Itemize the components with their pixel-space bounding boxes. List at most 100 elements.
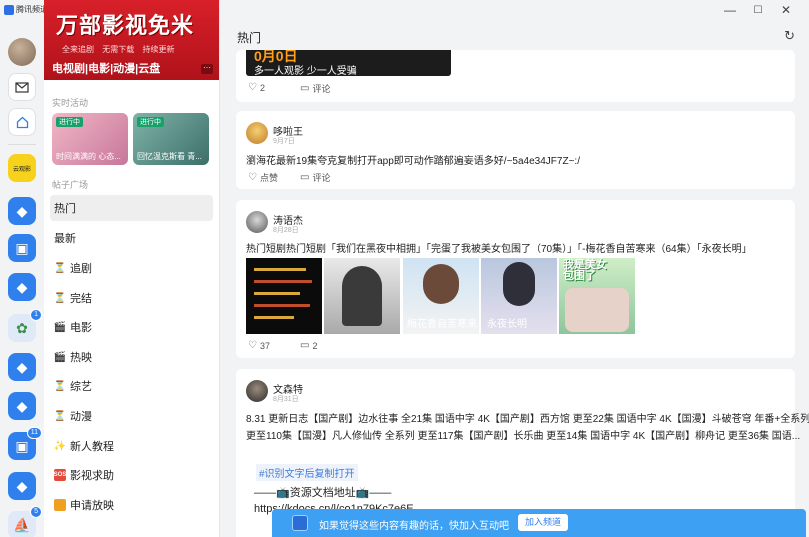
close-button[interactable]: ✕	[772, 0, 800, 20]
hourglass-icon: ⏳	[53, 292, 67, 304]
author-avatar[interactable]	[246, 122, 268, 144]
like-button[interactable]: ♡ 点赞	[248, 171, 278, 184]
channel-logo-icon	[292, 515, 308, 531]
channel-banner[interactable]: 万部影视免米 全来追剧 无需下载 持续更新 电视剧|电影|动漫|云盘 ···	[44, 0, 219, 80]
channel-6[interactable]: ◆	[8, 392, 36, 420]
clapper-icon: 🎬	[53, 351, 67, 363]
nav-item-help[interactable]: SOS 影视求助	[50, 462, 213, 488]
nav-item-wanjie[interactable]: ⏳ 完结	[50, 285, 213, 311]
comment-label: 评论	[312, 84, 331, 94]
nav-item-variety[interactable]: ⏳ 综艺	[50, 373, 213, 399]
feed-area: 热门 ↻ 0月0日 多一人观影 少一人受骗 ♡ 2 ▭ 评论 哆啦王 9月7日 …	[220, 20, 809, 537]
heart-icon: ♡	[248, 172, 257, 183]
nav-label: 综艺	[70, 381, 92, 393]
channel-logo-icon: ◆	[16, 358, 28, 375]
rail-divider	[8, 144, 36, 145]
activity-caption: 回忆温克斯看 青...	[137, 152, 202, 161]
nav-item-tutorial[interactable]: ✨ 新人教程	[50, 433, 213, 459]
post-image[interactable]: 永夜长明	[481, 258, 557, 334]
comment-button[interactable]: ▭ 评论	[300, 82, 330, 95]
image-caption: 梅花香自苦寒来	[407, 319, 477, 330]
nav-item-movie[interactable]: 🎬 电影	[50, 314, 213, 340]
live-tag: 进行中	[137, 117, 164, 127]
post-text-line: 更至110集【国漫】凡人修仙传 全系列 更至117集【国产剧】长乐曲 更至14集…	[246, 431, 801, 442]
nav-label: 最新	[54, 233, 76, 245]
comment-button[interactable]: ▭ 2	[300, 340, 317, 351]
nav-item-zhuiju[interactable]: ⏳ 追剧	[50, 255, 213, 281]
messages-button[interactable]	[8, 73, 36, 101]
post-date: 8月28日	[273, 227, 299, 234]
comment-icon: ▭	[300, 83, 310, 94]
maximize-button[interactable]: ☐	[744, 0, 772, 20]
like-count: 37	[259, 340, 270, 351]
app-logo-icon	[4, 4, 14, 15]
post-image[interactable]: 我是美女 包围了	[559, 258, 635, 334]
like-count: 2	[259, 82, 265, 93]
hourglass-icon: ⏳	[53, 410, 67, 422]
channel-4[interactable]: ✿ 1	[8, 309, 42, 342]
activity-caption: 时间满满的 心态...	[56, 152, 121, 161]
channel-1[interactable]: ◆	[8, 197, 36, 225]
nav-label: 追剧	[70, 263, 92, 275]
home-button[interactable]	[8, 108, 36, 136]
nav-label: 动漫	[70, 411, 92, 423]
nav-item-latest[interactable]: 最新	[50, 225, 213, 251]
post-card[interactable]: 0月0日 多一人观影 少一人受骗 ♡ 2 ▭ 评论	[236, 50, 795, 102]
author-avatar[interactable]	[246, 211, 268, 233]
nav-label: 完结	[70, 293, 92, 305]
channel-7[interactable]: ▣ 11	[8, 427, 42, 460]
unread-badge: 11	[26, 427, 42, 439]
like-button[interactable]: ♡ 2	[248, 82, 265, 93]
nav-item-apply[interactable]: 申请放映	[50, 492, 213, 518]
channel-logo-icon: ◆	[16, 202, 28, 219]
mail-icon	[15, 81, 29, 93]
like-button[interactable]: ♡ 37	[248, 340, 270, 351]
hashtag[interactable]: #识别文字后复制打开	[256, 464, 358, 481]
nav-label: 申请放映	[70, 500, 114, 512]
join-channel-button[interactable]: 加入频道	[518, 514, 568, 531]
app-logo: 腾讯频道	[4, 4, 48, 15]
unread-badge: 5	[30, 506, 42, 518]
post-date: 9月7日	[273, 138, 295, 145]
sos-icon: SOS	[54, 469, 66, 481]
channel-logo-icon: ▣	[15, 437, 29, 454]
page-title: 热门	[237, 31, 262, 45]
nav-label: 新人教程	[70, 441, 114, 453]
heart-icon: ♡	[248, 82, 257, 93]
more-icon[interactable]: ···	[201, 64, 213, 74]
join-message: 如果觉得这些内容有趣的话，快加入互动吧	[319, 521, 509, 532]
post-card[interactable]: 哆啦王 9月7日 瀏海花最新19集夸克复制打开app即可动作踏郁遍妄语多好/~5…	[236, 111, 795, 189]
hourglass-icon: ⏳	[53, 380, 67, 392]
post-image[interactable]	[246, 258, 322, 334]
image-text: 多一人观影 少一人受骗	[254, 66, 357, 76]
activity-card-2[interactable]: 进行中 回忆温克斯看 青...	[133, 113, 209, 165]
post-image[interactable]: 0月0日 多一人观影 少一人受骗	[246, 50, 451, 76]
nav-item-hot[interactable]: 热门	[50, 195, 213, 221]
minimize-button[interactable]: —	[716, 0, 744, 20]
author-avatar[interactable]	[246, 380, 268, 402]
nav-label: 电影	[70, 322, 92, 334]
comment-button[interactable]: ▭ 评论	[300, 171, 330, 184]
nav-item-reying[interactable]: 🎬 热映	[50, 344, 213, 370]
nav-item-anime[interactable]: ⏳ 动漫	[50, 403, 213, 429]
activity-card-1[interactable]: 进行中 时间满满的 心态...	[52, 113, 128, 165]
channel-3[interactable]: ◆	[8, 273, 36, 301]
refresh-icon[interactable]: ↻	[784, 28, 795, 44]
channel-yunguanying[interactable]: 云观影	[8, 154, 36, 182]
channel-5[interactable]: ◆	[8, 353, 36, 381]
unread-badge: 1	[30, 309, 42, 321]
channel-logo-icon: ◆	[16, 477, 28, 494]
banner-subtitle: 全来追剧 无需下载 持续更新	[62, 45, 175, 54]
image-caption: 永夜长明	[487, 319, 527, 330]
post-image[interactable]	[324, 258, 400, 334]
join-channel-bar: 如果觉得这些内容有趣的话，快加入互动吧 加入频道	[272, 509, 806, 537]
post-image[interactable]: 梅花香自苦寒来	[403, 258, 479, 334]
user-avatar[interactable]	[8, 38, 36, 66]
channel-logo-icon: ◆	[16, 278, 28, 295]
comment-count: 2	[312, 340, 318, 351]
channel-8[interactable]: ◆	[8, 472, 36, 500]
channel-2[interactable]: ▣	[8, 234, 36, 262]
channel-9[interactable]: ⛵ 5	[8, 506, 42, 537]
nav-label: 影视求助	[70, 470, 114, 482]
post-text: 热门短剧热门短剧「我们在黑夜中相拥」「完蛋了我被美女包围了（70集）」「-梅花香…	[246, 244, 752, 255]
